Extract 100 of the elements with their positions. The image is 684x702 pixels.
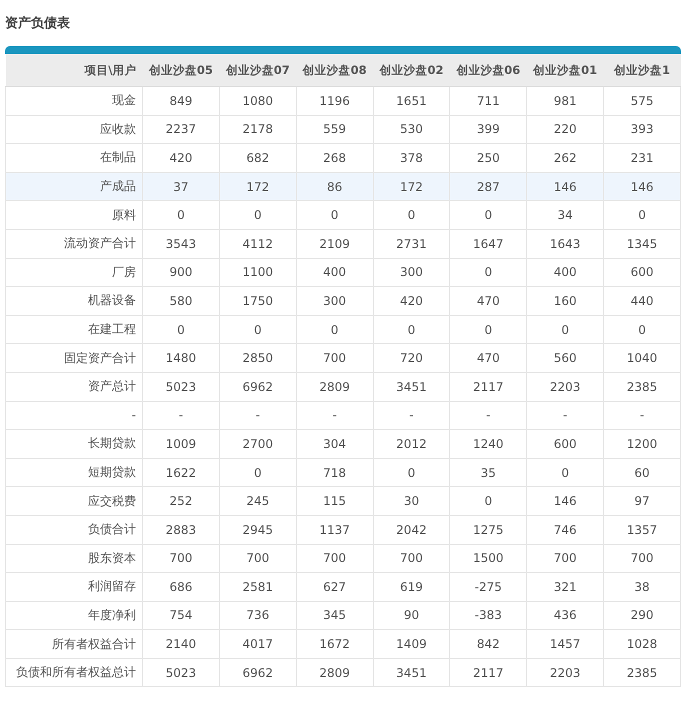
table-row[interactable]: 应收款 2237 2178 559 530 399 220 393 — [6, 115, 680, 144]
table-row[interactable]: 负债和所有者权益总计 5023 6962 2809 3451 2117 2203 2385 — [6, 658, 680, 687]
table-cell: 0 — [373, 200, 450, 230]
row-label: 流动资产合计 — [6, 229, 142, 258]
table-cell: 37 — [142, 172, 220, 201]
table-cell: 842 — [450, 630, 527, 658]
table-cell: 2237 — [142, 115, 220, 144]
column-header: 项目\用户 — [6, 54, 142, 86]
table-cell: 420 — [373, 286, 450, 316]
table-row[interactable]: 产成品 37 172 86 172 287 146 146 — [6, 172, 680, 201]
table-row[interactable]: 所有者权益合计 2140 4017 1672 1409 842 1457 1028 — [6, 630, 680, 658]
table-cell: 2140 — [142, 630, 220, 658]
table-cell: -383 — [450, 601, 527, 630]
table-row[interactable]: 厂房 900 1100 400 300 0 400 600 — [6, 258, 680, 287]
table-cell: 0 — [604, 315, 680, 344]
table-cell: -275 — [450, 572, 527, 602]
table-cell: 619 — [373, 572, 450, 602]
column-header: 创业沙盘06 — [450, 54, 527, 86]
table-cell: 1240 — [450, 430, 527, 458]
table-cell: 300 — [373, 258, 450, 287]
row-label: 机器设备 — [6, 286, 142, 316]
table-cell: 262 — [526, 144, 604, 172]
table-cell: 4017 — [219, 630, 296, 658]
row-label: 现金 — [6, 86, 142, 116]
table-cell: 700 — [526, 544, 604, 573]
table-row[interactable]: - - - - - - - - — [6, 401, 680, 430]
table-row[interactable]: 应交税费 252 245 115 30 0 146 97 — [6, 486, 680, 516]
column-header: 创业沙盘1 — [604, 54, 680, 86]
table-cell: 0 — [296, 200, 374, 230]
table-cell: 2385 — [604, 372, 680, 402]
table-row[interactable]: 利润留存 686 2581 627 619 -275 321 38 — [6, 572, 680, 602]
table-cell: 97 — [604, 486, 680, 516]
table-row[interactable]: 现金 849 1080 1196 1651 711 981 575 — [6, 86, 680, 116]
table-row[interactable]: 流动资产合计 3543 4112 2109 2731 1647 1643 1345 — [6, 229, 680, 258]
table-cell: 5023 — [142, 372, 220, 402]
table-row[interactable]: 短期贷款 1622 0 718 0 35 0 60 — [6, 458, 680, 487]
table-cell: 146 — [526, 172, 604, 201]
table-cell: 560 — [526, 344, 604, 372]
table-row[interactable]: 机器设备 580 1750 300 420 470 160 440 — [6, 286, 680, 316]
table-cell: 172 — [373, 172, 450, 201]
table-cell: 34 — [526, 200, 604, 230]
table-cell: 1275 — [450, 515, 527, 544]
table-cell: 2581 — [219, 572, 296, 602]
table-row[interactable]: 固定资产合计 1480 2850 700 720 470 560 1040 — [6, 344, 680, 372]
table-cell: 700 — [142, 544, 220, 573]
table-cell: 0 — [373, 315, 450, 344]
row-label: 所有者权益合计 — [6, 630, 142, 658]
table-row[interactable]: 负债合计 2883 2945 1137 2042 1275 746 1357 — [6, 515, 680, 544]
table-cell: 1196 — [296, 86, 374, 116]
table-row[interactable]: 长期贷款 1009 2700 304 2012 1240 600 1200 — [6, 430, 680, 458]
table-cell: 1672 — [296, 630, 374, 658]
table-cell: 6962 — [219, 372, 296, 402]
table-cell: 700 — [219, 544, 296, 573]
table-cell: 2042 — [373, 515, 450, 544]
table-row[interactable]: 在制品 420 682 268 378 250 262 231 — [6, 144, 680, 172]
table-cell: 2178 — [219, 115, 296, 144]
table-cell: 0 — [142, 315, 220, 344]
table-cell: - — [604, 401, 680, 430]
table-cell: 146 — [526, 486, 604, 516]
table-cell: 2117 — [450, 658, 527, 687]
table-row[interactable]: 股东资本 700 700 700 700 1500 700 700 — [6, 544, 680, 573]
column-header: 创业沙盘02 — [373, 54, 450, 86]
table-cell: 304 — [296, 430, 374, 458]
table-cell: 600 — [604, 258, 680, 287]
table-cell: 2385 — [604, 658, 680, 687]
table-row[interactable]: 年度净利 754 736 345 90 -383 436 290 — [6, 601, 680, 630]
table-row[interactable]: 在建工程 0 0 0 0 0 0 0 — [6, 315, 680, 344]
table-cell: 470 — [450, 344, 527, 372]
table-cell: 0 — [450, 258, 527, 287]
table-cell: 1643 — [526, 229, 604, 258]
table-cell: 0 — [219, 458, 296, 487]
table-cell: - — [142, 401, 220, 430]
row-label: - — [6, 401, 142, 430]
table-cell: 399 — [450, 115, 527, 144]
table-cell: 0 — [450, 315, 527, 344]
table-cell: 172 — [219, 172, 296, 201]
table-row[interactable]: 原料 0 0 0 0 0 34 0 — [6, 200, 680, 230]
table-cell: 1040 — [604, 344, 680, 372]
table-cell: 711 — [450, 86, 527, 116]
page-title: 资产负债表 — [5, 14, 70, 32]
table-cell: 300 — [296, 286, 374, 316]
table-row[interactable]: 资产总计 5023 6962 2809 3451 2117 2203 2385 — [6, 372, 680, 402]
table-cell: 700 — [296, 544, 374, 573]
column-header: 创业沙盘05 — [142, 54, 220, 86]
column-header: 创业沙盘01 — [526, 54, 604, 86]
table-cell: 245 — [219, 486, 296, 516]
table-cell: 420 — [142, 144, 220, 172]
table-cell: 718 — [296, 458, 374, 487]
table-cell: 1750 — [219, 286, 296, 316]
table-cell: 1480 — [142, 344, 220, 372]
table-cell: 268 — [296, 144, 374, 172]
table-cell: 0 — [604, 200, 680, 230]
row-label: 股东资本 — [6, 544, 142, 573]
table-cell: 378 — [373, 144, 450, 172]
table-cell: 627 — [296, 572, 374, 602]
table-cell: 35 — [450, 458, 527, 487]
table-cell: 400 — [296, 258, 374, 287]
table-cell: 700 — [604, 544, 680, 573]
table-cell: 575 — [604, 86, 680, 116]
table-cell: 0 — [526, 458, 604, 487]
